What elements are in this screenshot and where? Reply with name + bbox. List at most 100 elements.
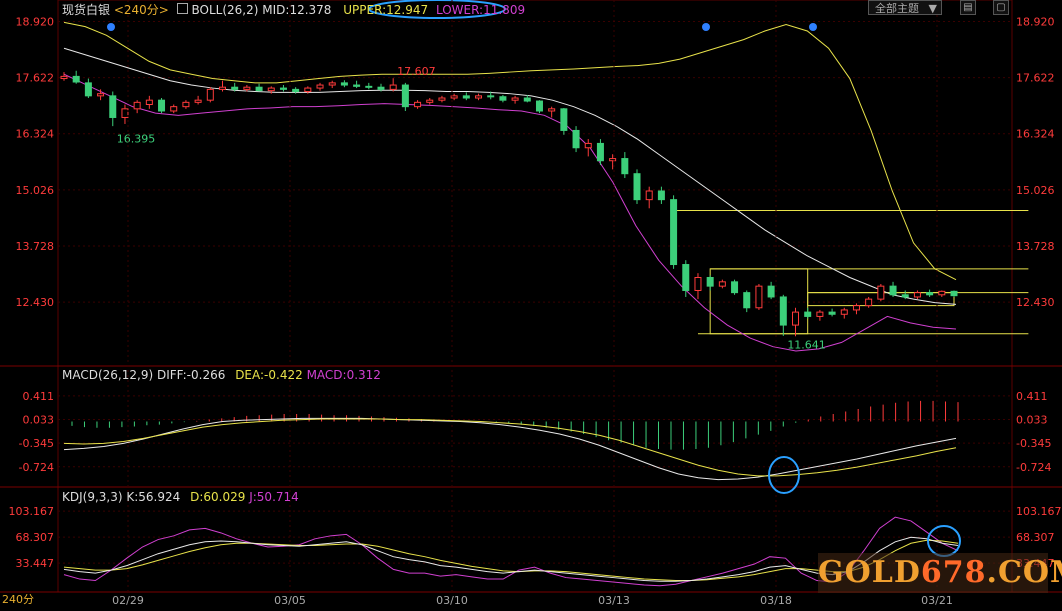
candle-body bbox=[744, 293, 750, 308]
x-tick-label: 02/29 bbox=[112, 594, 144, 607]
candle-body bbox=[719, 282, 725, 286]
candle-body bbox=[927, 293, 933, 295]
candle-body bbox=[134, 102, 140, 108]
candle-body bbox=[488, 96, 494, 97]
candle-body bbox=[159, 100, 165, 111]
candle-body bbox=[780, 297, 786, 325]
event-marker-dot bbox=[107, 23, 115, 31]
event-marker-dot bbox=[702, 23, 710, 31]
candle-body bbox=[110, 96, 116, 118]
candle-body bbox=[658, 191, 664, 200]
candle-body bbox=[756, 286, 762, 308]
macd-tick-left: 0.033 bbox=[23, 413, 55, 426]
candle-body bbox=[293, 89, 299, 91]
candle-body bbox=[122, 109, 128, 118]
candle-body bbox=[61, 76, 67, 78]
candle-body bbox=[476, 96, 482, 98]
candle-body bbox=[244, 87, 250, 89]
candle-body bbox=[524, 98, 530, 101]
kdj-j-value: J:50.714 bbox=[249, 490, 299, 504]
candle-body bbox=[402, 85, 408, 107]
kdj-tick-right: 103.167 bbox=[1016, 505, 1062, 518]
boll-upper-value: UPPER:12.947 bbox=[343, 3, 428, 17]
macd-diff-value: DIFF:-0.266 bbox=[157, 368, 225, 382]
macd-label[interactable]: MACD(26,12,9) bbox=[62, 368, 153, 382]
list-view-button[interactable]: ▤ bbox=[960, 0, 976, 15]
kdj-tick-left: 33.447 bbox=[16, 557, 55, 570]
candle-body bbox=[866, 299, 872, 305]
candle-body bbox=[195, 100, 201, 102]
candle-body bbox=[573, 130, 579, 147]
candle-body bbox=[671, 200, 677, 265]
price-tick-left: 16.324 bbox=[16, 128, 55, 141]
chart-stage: 18.92018.92017.62217.62216.32416.32415.0… bbox=[0, 0, 1062, 607]
macd-tick-left: -0.345 bbox=[19, 437, 54, 450]
price-tick-left: 17.622 bbox=[16, 72, 55, 85]
candle-body bbox=[561, 109, 567, 131]
candle-body bbox=[427, 100, 433, 102]
candle-body bbox=[85, 83, 91, 96]
candle-body bbox=[707, 278, 713, 287]
candle-body bbox=[256, 87, 262, 90]
theme-select[interactable]: 全部主题 ▼ bbox=[868, 0, 942, 15]
price-tick-right: 18.920 bbox=[1016, 15, 1055, 28]
x-tick-label: 03/13 bbox=[598, 594, 630, 607]
x-tick-label: 03/05 bbox=[274, 594, 306, 607]
candle-body bbox=[232, 87, 238, 89]
candle-body bbox=[98, 94, 104, 96]
macd-tick-right: 0.411 bbox=[1016, 390, 1048, 403]
candle-body bbox=[853, 306, 859, 310]
candle-body bbox=[73, 76, 79, 82]
watermark-678: 678 bbox=[921, 555, 987, 590]
kdj-legend: KDJ(9,3,3) K:56.924 D:60.029 J:50.714 bbox=[62, 490, 299, 504]
price-tick-left: 12.430 bbox=[16, 296, 55, 309]
candle-body bbox=[366, 86, 372, 87]
macd-dea-line bbox=[64, 419, 956, 476]
kdj-tick-left: 103.167 bbox=[9, 505, 55, 518]
kdj-label[interactable]: KDJ(9,3,3) bbox=[62, 490, 123, 504]
candle-body bbox=[536, 101, 542, 111]
candle-body bbox=[634, 174, 640, 200]
candle-body bbox=[219, 87, 225, 89]
price-tick-right: 15.026 bbox=[1016, 184, 1055, 197]
boll-label[interactable]: BOLL(26,2) bbox=[192, 3, 259, 17]
candle-body bbox=[280, 88, 286, 89]
candle-body bbox=[829, 312, 835, 314]
kdj-d-value: D:60.029 bbox=[190, 490, 245, 504]
candle-body bbox=[171, 107, 177, 111]
candle-body bbox=[805, 312, 811, 316]
candle-body bbox=[463, 96, 469, 98]
candle-body bbox=[793, 312, 799, 325]
candle-body bbox=[585, 143, 591, 147]
watermark-com: .COM bbox=[987, 555, 1062, 590]
boll-icon bbox=[177, 3, 188, 14]
candle-body bbox=[207, 89, 213, 100]
candle-body bbox=[439, 98, 445, 100]
price-tick-right: 17.622 bbox=[1016, 72, 1055, 85]
candle-body bbox=[841, 310, 847, 314]
candle-body bbox=[597, 143, 603, 160]
candle-body bbox=[341, 83, 347, 85]
candle-body bbox=[183, 102, 189, 106]
theme-select-label: 全部主题 bbox=[875, 2, 919, 15]
candle-body bbox=[512, 98, 518, 100]
candle-body bbox=[939, 291, 945, 294]
period-label[interactable]: <240分> bbox=[114, 3, 169, 17]
candle-body bbox=[549, 109, 555, 111]
kdj-tick-right: 68.307 bbox=[1016, 531, 1055, 544]
macd-tick-right: 0.033 bbox=[1016, 413, 1048, 426]
candle-body bbox=[622, 159, 628, 174]
kdj-tick-left: 68.307 bbox=[16, 531, 55, 544]
candle-body bbox=[390, 85, 396, 89]
candle-body bbox=[146, 100, 152, 104]
boll-mid-line bbox=[64, 48, 956, 304]
macd-legend: MACD(26,12,9) DIFF:-0.266 DEA:-0.422 MAC… bbox=[62, 368, 381, 382]
candle-body bbox=[268, 88, 274, 91]
macd-tick-right: -0.345 bbox=[1016, 437, 1051, 450]
candle-body bbox=[951, 291, 957, 295]
price-tick-left: 18.920 bbox=[16, 15, 55, 28]
x-tick-label: 03/21 bbox=[921, 594, 953, 607]
maximize-button[interactable]: ▢ bbox=[993, 0, 1009, 15]
candle-body bbox=[817, 312, 823, 316]
macd-tick-left: -0.724 bbox=[19, 461, 54, 474]
